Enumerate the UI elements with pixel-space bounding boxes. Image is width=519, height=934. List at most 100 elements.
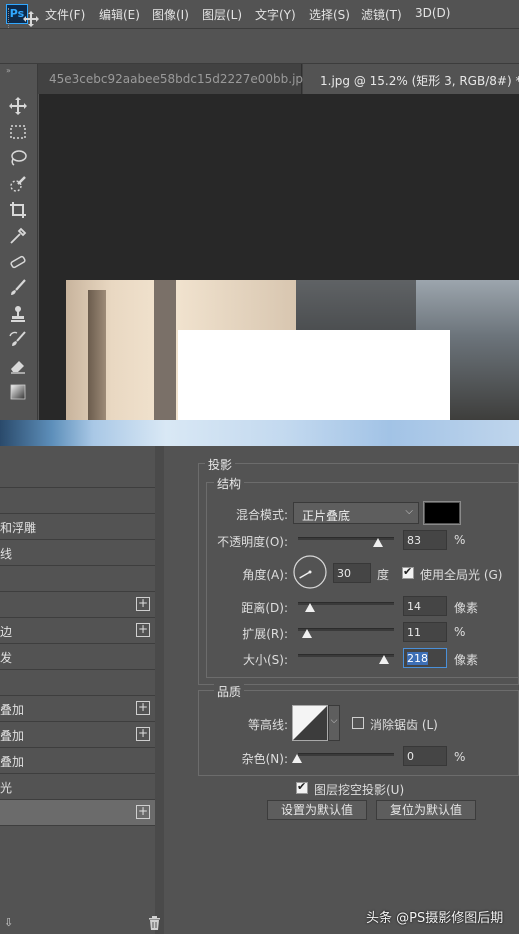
style-row-label: 叠加 — [0, 703, 25, 717]
noise-unit: % — [454, 750, 466, 764]
menu-image[interactable]: 图像(I) — [152, 6, 189, 23]
style-row-label: 和浮雕 — [0, 521, 37, 535]
angle-label: 角度(A): — [242, 568, 288, 582]
add-style-plus-icon[interactable]: + — [136, 805, 150, 819]
global-light-label: 使用全局光 (G) — [420, 568, 503, 582]
add-style-plus-icon[interactable]: + — [136, 701, 150, 715]
photo-window-frame — [88, 290, 106, 420]
options-bar-grip[interactable] — [8, 8, 10, 28]
contour-chevron-down-icon[interactable]: ⌵ — [328, 705, 340, 741]
size-unit: 像素 — [454, 653, 479, 667]
chevron-down-icon[interactable]: ⌵ — [46, 12, 53, 22]
history-brush-tool-icon[interactable] — [8, 330, 30, 352]
tab-document-2-label: 1.jpg @ 15.2% (矩形 3, RGB/8#) * — [320, 74, 519, 88]
opacity-input[interactable]: 83 — [403, 530, 447, 550]
style-row-inner-glow[interactable]: 发 — [0, 644, 155, 670]
photo-wall-edge — [154, 280, 176, 420]
menu-3d[interactable]: 3D(D) — [415, 6, 450, 20]
distance-slider-thumb[interactable] — [305, 603, 315, 612]
style-row-contour[interactable]: 线 — [0, 540, 155, 566]
photo-dark-region — [296, 280, 416, 330]
opacity-unit: % — [454, 533, 466, 547]
white-rectangle-layer[interactable] — [178, 330, 450, 420]
antialias-checkbox[interactable] — [352, 717, 364, 729]
move-tool-preset-icon[interactable] — [22, 10, 40, 31]
menu-filter[interactable]: 滤镜(T) — [361, 6, 402, 23]
noise-slider-thumb[interactable] — [292, 754, 302, 763]
add-style-plus-icon[interactable]: + — [136, 597, 150, 611]
menu-select[interactable]: 选择(S) — [309, 6, 350, 23]
contour-label: 等高线: — [247, 718, 288, 732]
style-row[interactable] — [0, 566, 155, 592]
marquee-tool-icon[interactable] — [8, 122, 30, 144]
noise-slider-track[interactable] — [298, 753, 394, 756]
healing-brush-tool-icon[interactable] — [8, 252, 30, 274]
quick-selection-tool-icon[interactable] — [8, 174, 30, 196]
contour-preview[interactable] — [292, 705, 328, 741]
reset-default-button[interactable]: 复位为默认值 — [376, 800, 476, 820]
angle-input[interactable]: 30 — [333, 563, 371, 583]
size-slider-thumb[interactable] — [379, 655, 389, 664]
blend-mode-select[interactable]: 正片叠底 ⌵ — [293, 502, 419, 524]
distance-unit: 像素 — [454, 601, 479, 615]
global-light-checkbox[interactable] — [402, 565, 414, 579]
add-style-plus-icon[interactable]: + — [136, 623, 150, 637]
style-row-drop-shadow[interactable]: + — [0, 800, 155, 826]
clone-stamp-tool-icon[interactable] — [8, 304, 30, 326]
style-row-label: 发 — [0, 651, 13, 665]
style-row-bevel-emboss[interactable]: 和浮雕 — [0, 514, 155, 540]
style-row-satin[interactable] — [0, 670, 155, 696]
collapse-toolbox-icon[interactable]: » — [6, 66, 11, 75]
eyedropper-tool-icon[interactable] — [8, 226, 30, 248]
move-down-icon[interactable]: ⇩ — [4, 916, 13, 929]
crop-tool-icon[interactable] — [8, 200, 30, 222]
knockout-checkbox[interactable] — [296, 780, 308, 794]
drop-shadow-title: 投影 — [205, 456, 236, 473]
opacity-label: 不透明度(O): — [217, 535, 288, 549]
lasso-tool-icon[interactable] — [8, 148, 30, 170]
style-row-outer-glow[interactable]: 光 — [0, 774, 155, 800]
menu-layer[interactable]: 图层(L) — [202, 6, 242, 23]
style-row-gradient-overlay[interactable]: 叠加 + — [0, 722, 155, 748]
styles-list-scrollbar[interactable] — [155, 446, 164, 934]
size-input[interactable]: 218 — [403, 648, 447, 668]
menu-type[interactable]: 文字(Y) — [255, 6, 296, 23]
brush-tool-icon[interactable] — [8, 278, 30, 300]
distance-label: 距离(D): — [241, 601, 288, 615]
style-row-label: 光 — [0, 781, 13, 795]
document-image[interactable] — [66, 280, 519, 420]
noise-input[interactable]: 0 — [403, 746, 447, 766]
angle-dial[interactable] — [292, 554, 328, 590]
style-row-label: 边 — [0, 625, 13, 639]
gradient-tool-icon[interactable] — [8, 382, 30, 404]
style-row-inner-shadow[interactable]: 边 + — [0, 618, 155, 644]
watermark-text: 头条 @PS摄影修图后期 — [366, 911, 504, 926]
move-tool-icon[interactable] — [8, 96, 30, 118]
spread-input[interactable]: 11 — [403, 622, 447, 642]
style-row[interactable] — [0, 462, 155, 488]
antialias-label: 消除锯齿 (L) — [370, 718, 438, 732]
eraser-tool-icon[interactable] — [8, 356, 30, 378]
style-row-stroke[interactable]: + — [0, 592, 155, 618]
menu-edit[interactable]: 编辑(E) — [99, 6, 140, 23]
size-label: 大小(S): — [242, 653, 288, 667]
sky-image-strip — [0, 420, 519, 446]
distance-input[interactable]: 14 — [403, 596, 447, 616]
style-row-color-overlay[interactable]: 叠加 + — [0, 696, 155, 722]
tab-document-1-label: 45e3cebc92aabee58bdc15d2227e00bb.jpg — [49, 72, 311, 86]
spread-slider-track[interactable] — [298, 628, 394, 631]
chevron-down-icon: ⌵ — [405, 506, 413, 517]
add-style-plus-icon[interactable]: + — [136, 727, 150, 741]
style-row[interactable] — [0, 488, 155, 514]
make-default-button[interactable]: 设置为默认值 — [267, 800, 367, 820]
style-row-pattern-overlay[interactable]: 叠加 — [0, 748, 155, 774]
trash-icon[interactable] — [148, 916, 161, 934]
size-input-selected-text: 218 — [407, 652, 428, 665]
spread-slider-thumb[interactable] — [302, 629, 312, 638]
options-bar — [0, 28, 519, 64]
opacity-slider-thumb[interactable] — [372, 538, 383, 547]
noise-label: 杂色(N): — [241, 752, 288, 766]
shadow-color-fill — [425, 503, 459, 523]
shadow-color-swatch[interactable] — [423, 501, 461, 525]
spread-unit: % — [454, 625, 466, 639]
